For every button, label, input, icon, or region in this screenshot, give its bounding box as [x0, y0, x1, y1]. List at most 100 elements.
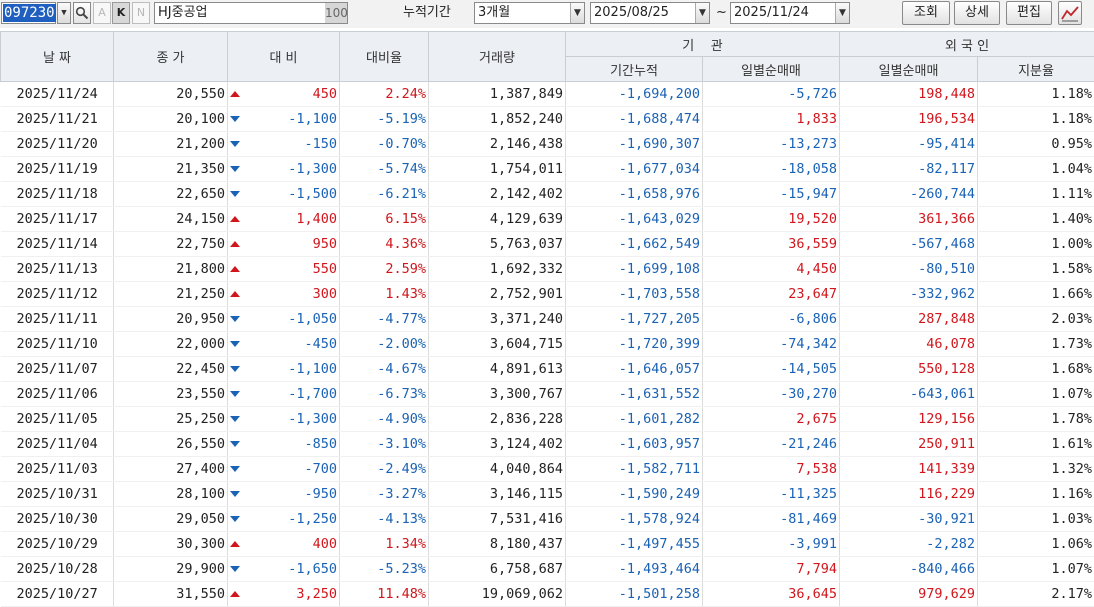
header-date[interactable]: 날 짜 — [1, 32, 114, 82]
cell-foreign-daily: 250,911 — [840, 432, 978, 457]
table-row[interactable]: 2025/11/1422,7509504.36%5,763,037-1,662,… — [1, 232, 1094, 257]
cell-foreign-share-text: 1.16% — [1051, 486, 1092, 502]
cell-close: 21,350 — [114, 157, 228, 182]
header-rate[interactable]: 대비율 — [340, 32, 429, 82]
cell-change: 450 — [228, 82, 340, 107]
table-row[interactable]: 2025/10/2930,3004001.34%8,180,437-1,497,… — [1, 532, 1094, 557]
cell-close-text: 29,050 — [176, 511, 225, 527]
table-row[interactable]: 2025/11/0525,250-1,300-4.90%2,836,228-1,… — [1, 407, 1094, 432]
cell-change: 3,250 — [228, 582, 340, 607]
cell-close: 31,550 — [114, 582, 228, 607]
date-from-picker[interactable]: 2025/08/25 ▼ — [590, 2, 710, 24]
cell-foreign-daily-text: 141,339 — [918, 461, 975, 477]
table-row[interactable]: 2025/11/1022,000-450-2.00%3,604,715-1,72… — [1, 332, 1094, 357]
header-foreign-daily[interactable]: 일별순매매 — [840, 57, 978, 82]
cell-foreign-daily-text: 250,911 — [918, 436, 975, 452]
cell-inst-cumulative: -1,493,464 — [566, 557, 703, 582]
cell-inst-daily-text: 2,675 — [796, 411, 837, 427]
cell-foreign-share-text: 1.61% — [1051, 436, 1092, 452]
cell-inst-daily: -3,991 — [703, 532, 840, 557]
cell-change-text: -1,700 — [288, 386, 337, 402]
cell-inst-cumulative: -1,694,200 — [566, 82, 703, 107]
table-row[interactable]: 2025/11/0426,550-850-3.10%3,124,402-1,60… — [1, 432, 1094, 457]
cell-volume-text: 4,129,639 — [490, 211, 563, 227]
table-row[interactable]: 2025/10/2829,900-1,650-5.23%6,758,687-1,… — [1, 557, 1094, 582]
date-to-picker[interactable]: 2025/11/24 ▼ — [730, 2, 850, 24]
cell-inst-cumulative-text: -1,720,399 — [619, 336, 700, 352]
table-row[interactable]: 2025/11/1724,1501,4006.15%4,129,639-1,64… — [1, 207, 1094, 232]
market-n-button[interactable]: N — [132, 2, 150, 24]
header-volume[interactable]: 거래량 — [429, 32, 566, 82]
cell-change: -700 — [228, 457, 340, 482]
cell-foreign-share-text: 1.18% — [1051, 111, 1092, 127]
header-inst-cumulative[interactable]: 기간누적 — [566, 57, 703, 82]
cell-rate: -5.19% — [340, 107, 429, 132]
triangle-up-icon — [230, 91, 240, 97]
cell-inst-cumulative: -1,643,029 — [566, 207, 703, 232]
cell-change-text: -1,300 — [288, 411, 337, 427]
cell-change: -1,100 — [228, 357, 340, 382]
cell-inst-daily-text: 36,559 — [788, 236, 837, 252]
table-row[interactable]: 2025/11/2420,5504502.24%1,387,849-1,694,… — [1, 82, 1094, 107]
cell-volume-text: 1,387,849 — [490, 86, 563, 102]
table-row[interactable]: 2025/10/3029,050-1,250-4.13%7,531,416-1,… — [1, 507, 1094, 532]
table-row[interactable]: 2025/11/0722,450-1,100-4.67%4,891,613-1,… — [1, 357, 1094, 382]
cell-inst-cumulative: -1,578,924 — [566, 507, 703, 532]
cell-foreign-daily: 550,128 — [840, 357, 978, 382]
header-close[interactable]: 종 가 — [114, 32, 228, 82]
cell-close-text: 31,550 — [176, 586, 225, 602]
chart-button[interactable] — [1058, 1, 1082, 25]
stock-name-field: HJ중공업 100 — [154, 2, 348, 24]
table-row[interactable]: 2025/10/3128,100-950-3.27%3,146,115-1,59… — [1, 482, 1094, 507]
stock-code-input[interactable]: 097230 — [1, 2, 56, 24]
cell-close-text: 25,250 — [176, 411, 225, 427]
table-row[interactable]: 2025/11/2120,100-1,100-5.19%1,852,240-1,… — [1, 107, 1094, 132]
cell-inst-cumulative: -1,703,558 — [566, 282, 703, 307]
edit-button[interactable]: 편집 — [1006, 1, 1052, 25]
header-foreign-share[interactable]: 지분율 — [978, 57, 1094, 82]
table-row[interactable]: 2025/11/1921,350-1,300-5.74%1,754,011-1,… — [1, 157, 1094, 182]
search-button[interactable] — [73, 2, 91, 24]
cell-close: 22,000 — [114, 332, 228, 357]
cell-foreign-share: 1.18% — [978, 107, 1094, 132]
cell-date: 2025/11/14 — [1, 232, 114, 257]
cell-foreign-daily: -82,117 — [840, 157, 978, 182]
stock-name-text: HJ중공업 — [158, 5, 208, 20]
table-row[interactable]: 2025/11/1321,8005502.59%1,692,332-1,699,… — [1, 257, 1094, 282]
stock-code-dropdown-button[interactable]: ▼ — [57, 2, 71, 24]
triangle-down-icon — [230, 491, 240, 497]
cell-foreign-daily-text: 979,629 — [918, 586, 975, 602]
cell-inst-cumulative: -1,646,057 — [566, 357, 703, 382]
cell-close-text: 21,350 — [176, 161, 225, 177]
market-k-button[interactable]: K — [112, 2, 130, 24]
table-row[interactable]: 2025/11/1120,950-1,050-4.77%3,371,240-1,… — [1, 307, 1094, 332]
cell-foreign-daily: 196,534 — [840, 107, 978, 132]
cell-inst-daily: -5,726 — [703, 82, 840, 107]
header-inst-daily[interactable]: 일별순매매 — [703, 57, 840, 82]
cell-close-text: 22,750 — [176, 236, 225, 252]
query-button[interactable]: 조회 — [902, 1, 950, 25]
detail-button[interactable]: 상세 — [954, 1, 1000, 25]
header-change[interactable]: 대 비 — [228, 32, 340, 82]
cell-foreign-daily-text: 196,534 — [918, 111, 975, 127]
cell-date-text: 2025/11/19 — [17, 161, 98, 177]
market-a-button[interactable]: A — [93, 2, 111, 24]
cell-close: 21,800 — [114, 257, 228, 282]
cell-volume: 4,040,864 — [429, 457, 566, 482]
cell-date: 2025/11/24 — [1, 82, 114, 107]
table-row[interactable]: 2025/11/0623,550-1,700-6.73%3,300,767-1,… — [1, 382, 1094, 407]
table-row[interactable]: 2025/10/2731,5503,25011.48%19,069,062-1,… — [1, 582, 1094, 607]
cell-date: 2025/10/28 — [1, 557, 114, 582]
cell-change-text: -950 — [304, 486, 337, 502]
cell-inst-daily-text: -13,273 — [780, 136, 837, 152]
period-select[interactable]: 3개월 ▼ — [474, 2, 585, 24]
table-row[interactable]: 2025/11/1822,650-1,500-6.21%2,142,402-1,… — [1, 182, 1094, 207]
table-row[interactable]: 2025/11/0327,400-700-2.49%4,040,864-1,58… — [1, 457, 1094, 482]
cell-date: 2025/11/21 — [1, 107, 114, 132]
cell-foreign-share: 1.58% — [978, 257, 1094, 282]
table-row[interactable]: 2025/11/1221,2503001.43%2,752,901-1,703,… — [1, 282, 1094, 307]
cell-foreign-share: 1.00% — [978, 232, 1094, 257]
table-row[interactable]: 2025/11/2021,200-150-0.70%2,146,438-1,69… — [1, 132, 1094, 157]
cell-close-text: 20,950 — [176, 311, 225, 327]
triangle-down-icon — [230, 366, 240, 372]
